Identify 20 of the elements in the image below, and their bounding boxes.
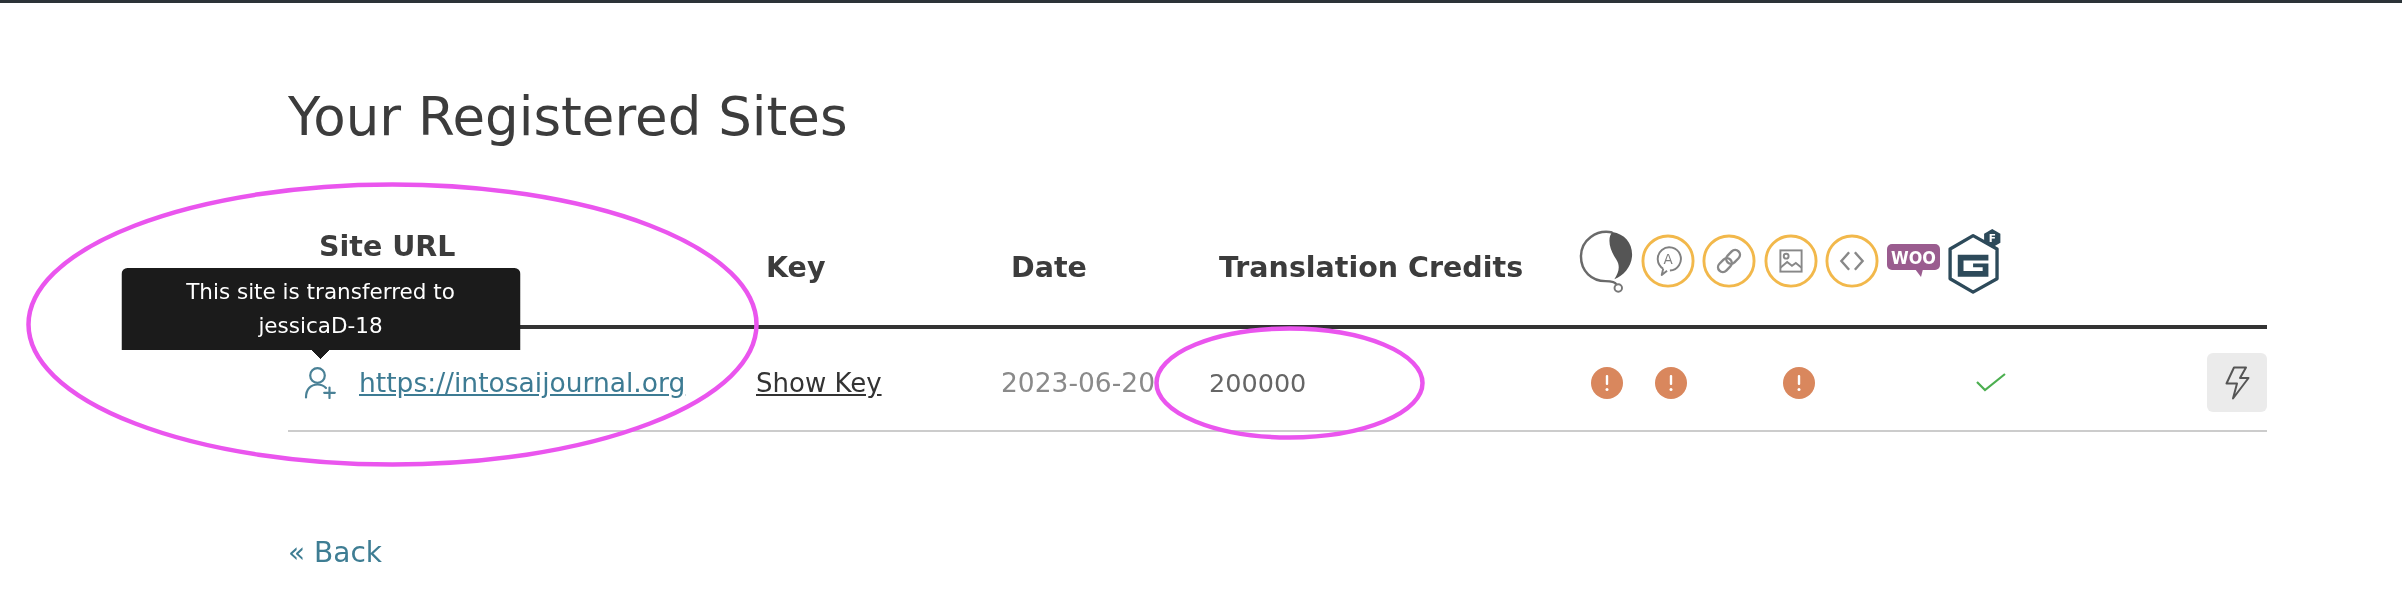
back-link[interactable]: « Back — [288, 536, 382, 570]
column-header: Translation Credits — [1219, 251, 1524, 284]
woo-logo: WOO — [1886, 244, 1940, 277]
bolt-button[interactable] — [2207, 353, 2267, 412]
letter-bubble-icon: A — [1640, 233, 1695, 288]
show-key-link[interactable]: Show Key — [756, 367, 882, 398]
column-header: Site URL — [319, 230, 456, 263]
hexagon-logo: F — [1947, 226, 2003, 295]
date-text: 2023-06-20 — [1001, 367, 1155, 398]
swirl-icon — [1579, 228, 1633, 293]
column-header: Date — [1011, 251, 1087, 284]
tooltip: This site is transferred to jessicaD-18 — [121, 267, 520, 359]
chain-link-icon — [1702, 233, 1756, 288]
lightning-icon — [2224, 365, 2250, 400]
code-icon — [1825, 233, 1879, 288]
image-icon — [1763, 233, 1818, 288]
column-header: Key — [766, 251, 826, 284]
site-link[interactable]: https://intosaijournal.org — [359, 367, 686, 398]
credits-value: 200000 — [1209, 367, 1307, 398]
page-title: Your Registered Sites — [288, 85, 848, 149]
